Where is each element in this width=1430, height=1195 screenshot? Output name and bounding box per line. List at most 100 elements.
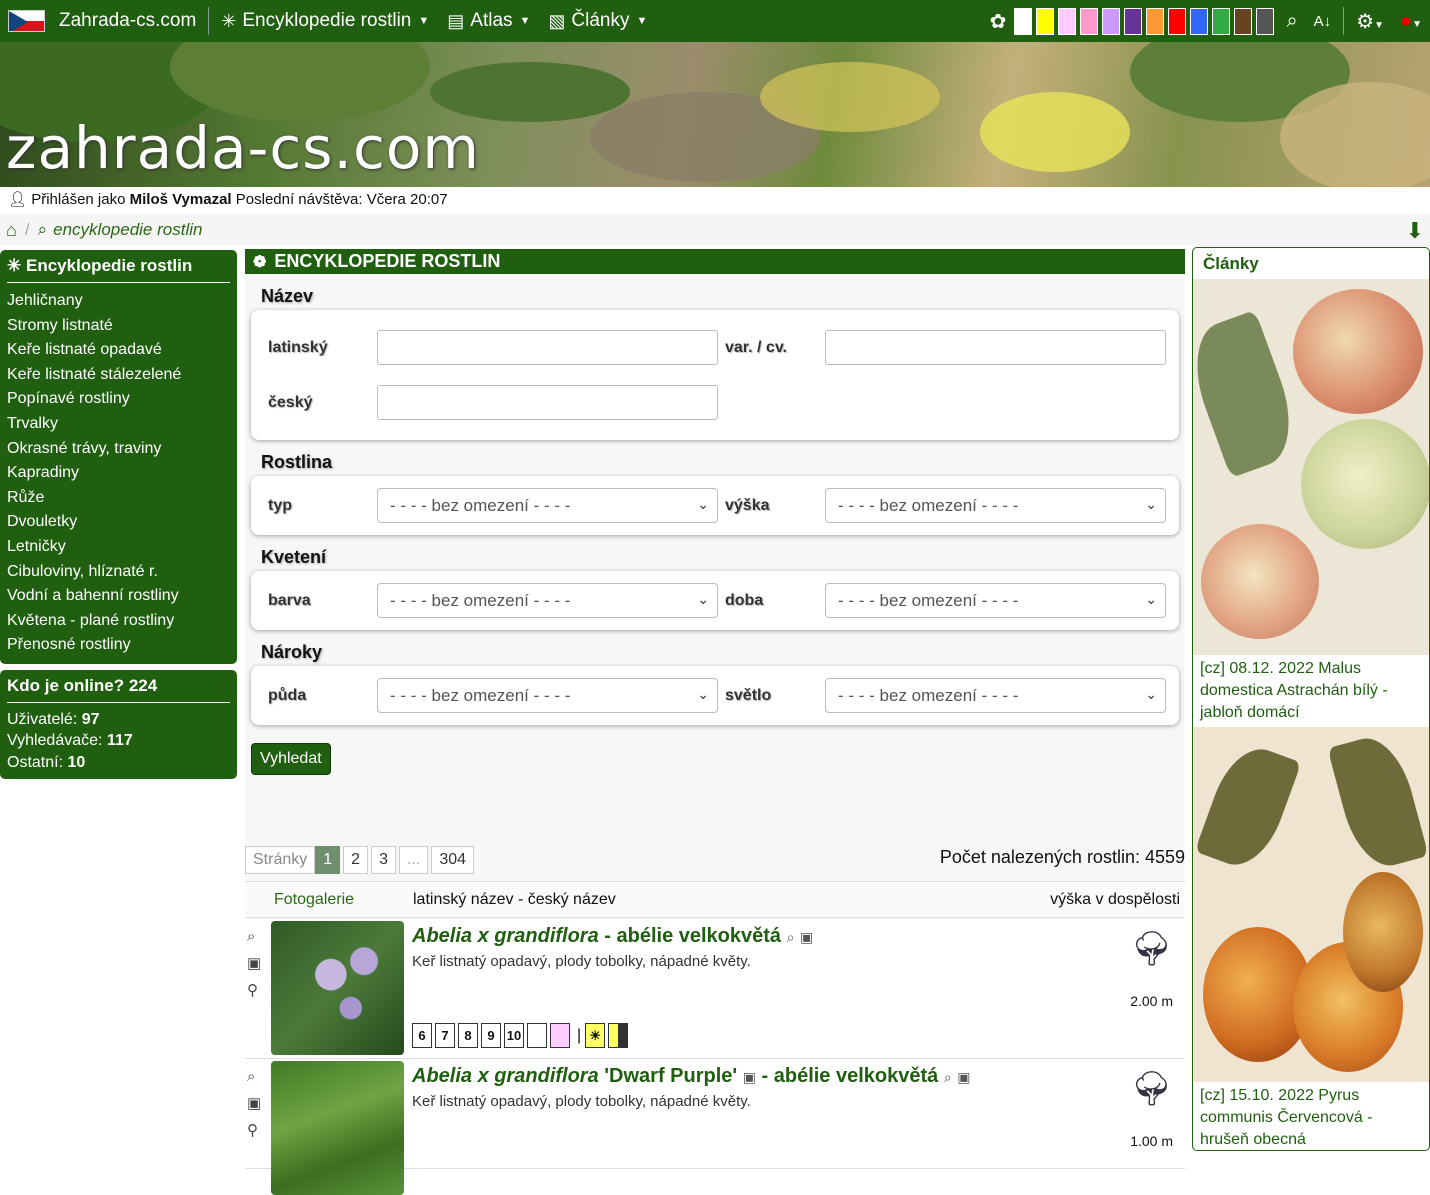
col-gallery[interactable]: Fotogalerie xyxy=(274,891,413,909)
main-content: ❁ ENCYKLOPEDIE ROSTLIN Název latinský var… xyxy=(245,249,1185,1195)
sidebar-item[interactable]: Květena - plané rostliny xyxy=(7,609,230,634)
color-select[interactable]: - - - - bez omezení - - - - ⌄ xyxy=(377,583,718,618)
cultivar-name: 'Dwarf Purple' xyxy=(604,1065,738,1087)
sort-az-icon[interactable]: A↓ xyxy=(1314,13,1332,30)
czech-flag-icon[interactable] xyxy=(8,10,45,32)
sidebar-item[interactable]: Okrasné trávy, traviny xyxy=(7,437,230,462)
sidebar-item[interactable]: Popínavé rostliny xyxy=(7,387,230,412)
sidebar-item[interactable]: Keře listnaté opadavé xyxy=(7,338,230,363)
article-caption[interactable]: [cz] 15.10. 2022 Pyrus communis Červenco… xyxy=(1193,1082,1429,1150)
flower-box-icon: ❁ xyxy=(253,253,267,271)
light-select[interactable]: - - - - bez omezení - - - - ⌄ xyxy=(825,678,1166,713)
cultivar-input[interactable] xyxy=(825,330,1166,365)
article-image-apples[interactable] xyxy=(1193,279,1429,655)
user-icon[interactable]: ●▼ xyxy=(1400,10,1422,33)
camera-icon[interactable]: ▣ xyxy=(247,1090,265,1117)
zoom-icon[interactable]: ⌕ xyxy=(247,1063,265,1090)
page-3[interactable]: 3 xyxy=(371,846,396,874)
zoom-search-icon[interactable]: ⌕ xyxy=(1286,10,1297,33)
sidebar-item[interactable]: Letničky xyxy=(7,535,230,560)
table-header: Fotogalerie latinský název - český název… xyxy=(245,881,1185,918)
legend-name: Název xyxy=(261,286,314,306)
color-swatch[interactable] xyxy=(1080,7,1099,35)
search-button[interactable]: Vyhledat xyxy=(251,743,331,775)
name-panel: latinský var. / cv. český xyxy=(251,310,1179,440)
row-icons: ⌕ ▣ ⚲ xyxy=(247,1063,265,1144)
chevron-down-icon: ⌄ xyxy=(697,686,709,702)
nav-articles[interactable]: ▧ Články ▼ xyxy=(548,10,647,32)
color-swatch[interactable] xyxy=(1124,7,1143,35)
arrow-down-icon[interactable]: ⬇ xyxy=(1406,218,1424,244)
article-caption[interactable]: [cz] 08.12. 2022 Malus domestica Astrach… xyxy=(1193,655,1429,727)
zoom-icon[interactable]: ⌕ xyxy=(944,1069,952,1085)
color-swatch[interactable] xyxy=(1234,7,1253,35)
period-select[interactable]: - - - - bez omezení - - - - ⌄ xyxy=(825,583,1166,618)
article-image-pears[interactable] xyxy=(1193,727,1429,1082)
color-swatch[interactable] xyxy=(1212,7,1231,35)
home-icon[interactable]: ⌂ xyxy=(6,220,17,241)
article-item[interactable]: [cz] 08.12. 2022 Malus domestica Astrach… xyxy=(1193,279,1429,727)
sidebar-item[interactable]: Růže xyxy=(7,486,230,511)
site-link[interactable]: Zahrada-cs.com xyxy=(59,10,196,32)
sidebar-item[interactable]: Dvouletky xyxy=(7,510,230,535)
plant-row: ⌕ ▣ ⚲ Abelia x grandiflora - abélie velkok… xyxy=(245,919,1185,1059)
color-swatch[interactable] xyxy=(1168,7,1187,35)
camera-icon[interactable]: ▣ xyxy=(957,1069,970,1085)
article-item[interactable]: [cz] 15.10. 2022 Pyrus communis Červenco… xyxy=(1193,727,1429,1150)
page-last[interactable]: 304 xyxy=(431,846,475,874)
form-row: půda - - - - bez omezení - - - - ⌄ světlo… xyxy=(261,668,1169,723)
page-1[interactable]: 1 xyxy=(315,846,341,874)
color-swatch[interactable] xyxy=(1014,7,1033,35)
sidebar-item[interactable]: Keře listnaté stálezelené xyxy=(7,363,230,388)
category-menu-title: ✳ Encyklopedie rostlin xyxy=(7,254,230,283)
plant-thumbnail[interactable] xyxy=(271,1061,404,1195)
color-swatch[interactable] xyxy=(1256,7,1275,35)
sidebar-item[interactable]: Cibuloviny, hlíznaté r. xyxy=(7,560,230,585)
light-label: světlo xyxy=(725,686,772,704)
latin-input[interactable] xyxy=(377,330,718,365)
color-swatch[interactable] xyxy=(1190,7,1209,35)
sidebar-item[interactable]: Vodní a bahenní rostliny xyxy=(7,584,230,609)
sidebar-item[interactable]: Trvalky xyxy=(7,412,230,437)
soil-select[interactable]: - - - - bez omezení - - - - ⌄ xyxy=(377,678,718,713)
login-user[interactable]: Miloš Vymazal xyxy=(130,191,232,208)
czech-input[interactable] xyxy=(377,385,718,420)
nav-encyclopedia[interactable]: ✳ Encyklopedie rostlin ▼ xyxy=(221,10,429,32)
camera-icon[interactable]: ▣ xyxy=(800,929,813,945)
plant-title[interactable]: Abelia x grandiflora - abélie velkokvětá… xyxy=(412,925,813,948)
form-row: barva - - - - bez omezení - - - - ⌄ doba … xyxy=(261,573,1169,628)
sidebar-item[interactable]: Přenosné rostliny xyxy=(7,633,230,658)
flower-icon[interactable]: ✿ xyxy=(990,9,1007,34)
month-box: 9 xyxy=(481,1023,501,1048)
color-swatch[interactable] xyxy=(1036,7,1055,35)
type-select[interactable]: - - - - bez omezení - - - - ⌄ xyxy=(377,488,718,523)
camera-icon[interactable]: ▣ xyxy=(743,1069,756,1085)
breadcrumb-current[interactable]: encyklopedie rostlin xyxy=(53,220,202,240)
caret-down-icon: ▼ xyxy=(418,15,430,27)
last-visit-value: Včera 20:07 xyxy=(366,191,448,208)
color-swatch[interactable] xyxy=(1058,7,1077,35)
sidebar-item[interactable]: Jehličnany xyxy=(7,289,230,314)
latin-name: Abelia x grandiflora xyxy=(412,1065,599,1087)
zoom-icon[interactable]: ⌕ xyxy=(247,923,265,950)
gear-icon[interactable]: ⚙▼ xyxy=(1356,9,1384,34)
page-2[interactable]: 2 xyxy=(343,846,369,874)
form-row: český xyxy=(261,375,1169,430)
sidebar-item[interactable]: Stromy listnaté xyxy=(7,314,230,339)
requirements-panel: půda - - - - bez omezení - - - - ⌄ světlo… xyxy=(251,666,1179,725)
zoom-icon[interactable]: ⌕ xyxy=(787,929,795,945)
color-white-box xyxy=(527,1023,547,1048)
plant-title[interactable]: Abelia x grandiflora 'Dwarf Purple' ▣ - … xyxy=(412,1065,971,1088)
color-swatch[interactable] xyxy=(1146,7,1165,35)
camera-icon[interactable]: ▣ xyxy=(247,950,265,977)
nav-atlas[interactable]: ▤ Atlas ▼ xyxy=(447,10,530,32)
online-search-count: 117 xyxy=(106,732,133,750)
color-swatch[interactable] xyxy=(1102,7,1121,35)
search-icon[interactable]: ⚲ xyxy=(247,977,265,1004)
plant-thumbnail[interactable] xyxy=(271,921,404,1055)
online-box: Kdo je online? 224 Uživatelé: 97 Vyhledá… xyxy=(0,669,237,780)
main-header: ❁ ENCYKLOPEDIE ROSTLIN xyxy=(245,249,1185,274)
height-select[interactable]: - - - - bez omezení - - - - ⌄ xyxy=(825,488,1166,523)
sidebar-item[interactable]: Kapradiny xyxy=(7,461,230,486)
search-icon[interactable]: ⚲ xyxy=(247,1117,265,1144)
